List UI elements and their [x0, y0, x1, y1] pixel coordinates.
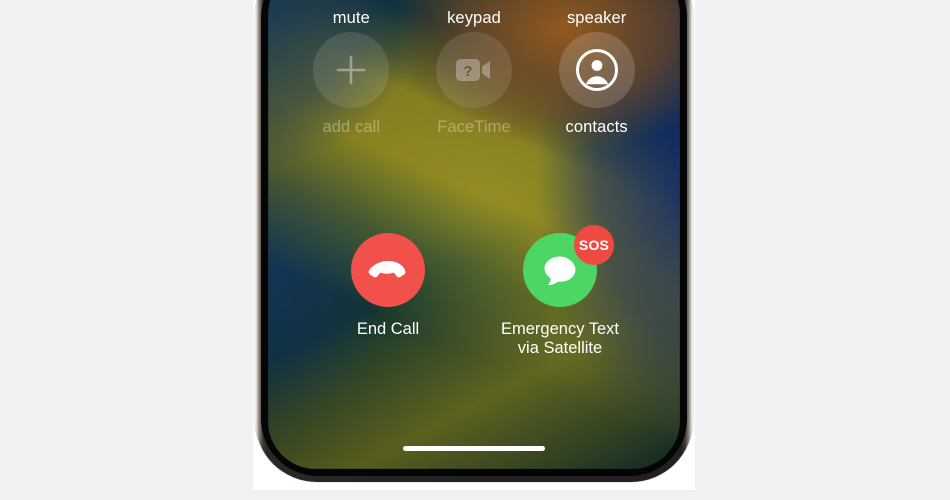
action-add-call[interactable]: add call — [290, 32, 413, 137]
phone-screen: mute keypad speaker add call ? FaceTime … — [268, 0, 680, 469]
person-circle-icon — [575, 49, 618, 91]
emergency-text-button[interactable]: SOS — [523, 225, 614, 307]
action-facetime-circle[interactable]: ? — [435, 32, 512, 108]
action-speaker[interactable]: speaker — [535, 0, 658, 28]
action-facetime-label: FaceTime — [437, 118, 511, 136]
phone-down-icon — [368, 261, 406, 278]
action-facetime[interactable]: ? FaceTime — [413, 32, 536, 137]
action-speaker-label: speaker — [566, 9, 627, 27]
messages-bubble-icon — [544, 256, 576, 285]
end-call-button[interactable] — [351, 233, 425, 307]
svg-text:?: ? — [463, 63, 472, 80]
action-add-call-label: add call — [322, 118, 381, 136]
video-camera-icon: ? — [455, 59, 490, 81]
call-controls-row: End Call SOS Emergency Text via Satellit… — [268, 225, 680, 358]
emergency-text-label: Emergency Text via Satellite — [501, 320, 619, 357]
iphone-device-mockup: mute keypad speaker add call ? FaceTime … — [255, 0, 693, 482]
home-indicator[interactable] — [403, 445, 545, 451]
end-call-label: End Call — [356, 320, 420, 338]
sos-badge: SOS — [574, 225, 614, 265]
in-call-action-grid: mute keypad speaker add call ? FaceTime … — [268, 0, 680, 137]
action-mute[interactable]: mute — [290, 0, 413, 28]
action-mute-label: mute — [332, 9, 370, 27]
sos-badge-text: SOS — [578, 237, 610, 253]
emergency-text-cell[interactable]: SOS Emergency Text via Satellite — [485, 225, 635, 358]
action-contacts-circle[interactable] — [558, 32, 635, 108]
action-keypad[interactable]: keypad — [413, 0, 536, 28]
action-contacts-label: contacts — [565, 118, 628, 136]
action-keypad-label: keypad — [447, 9, 501, 27]
action-contacts[interactable]: contacts — [535, 32, 658, 137]
action-add-call-circle[interactable] — [313, 32, 390, 108]
end-call-cell[interactable]: End Call — [313, 233, 463, 358]
plus-icon — [337, 55, 366, 85]
